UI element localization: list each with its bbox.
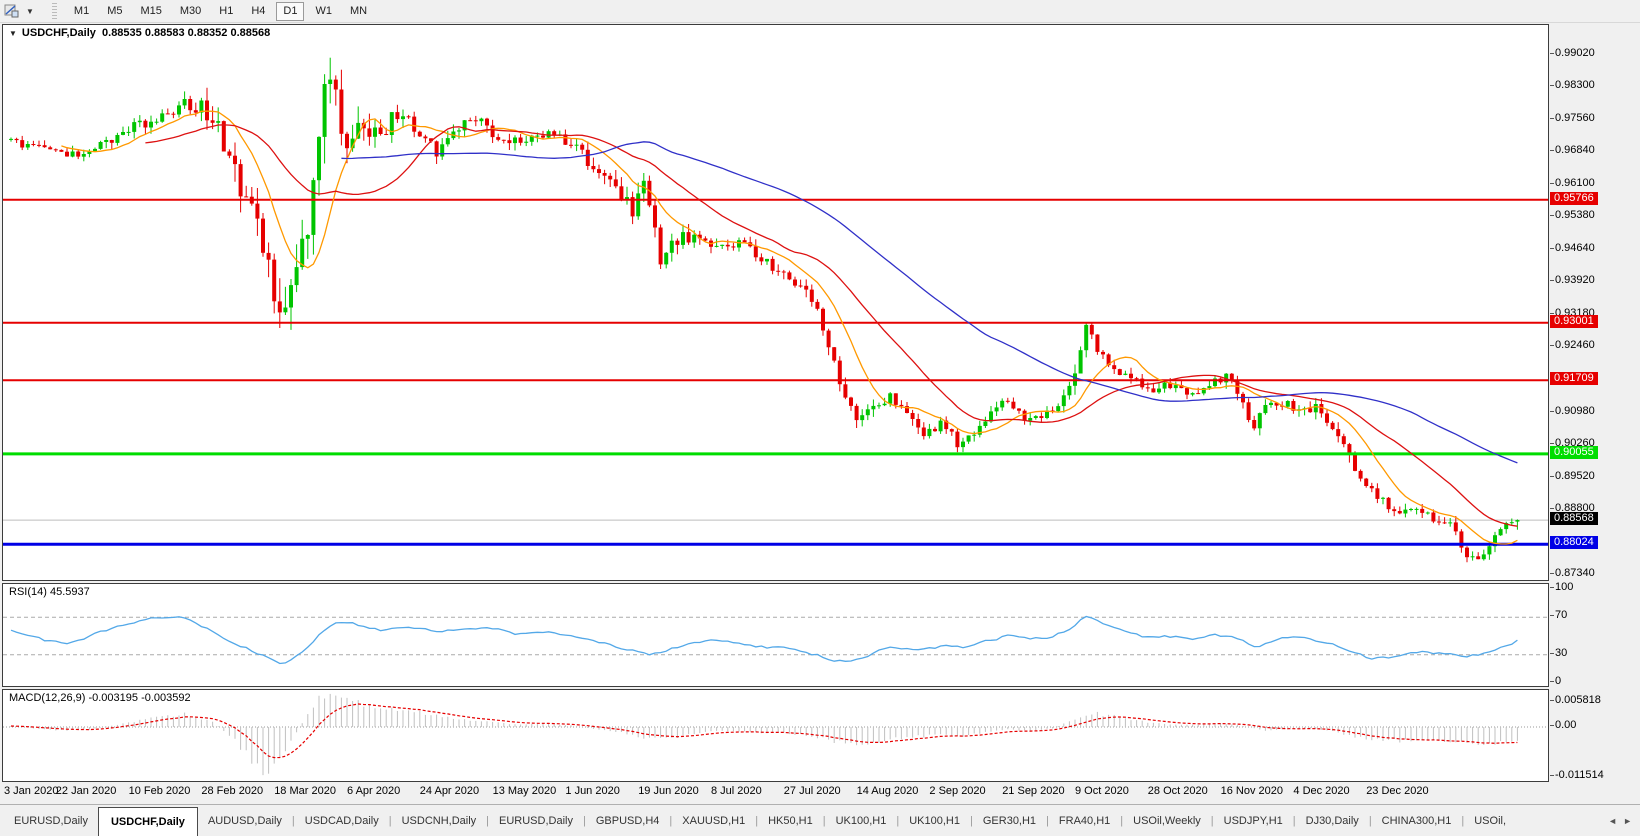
- chart-title-symbol: USDCHF,Daily: [21, 27, 96, 39]
- date-label: 23 Dec 2020: [1366, 785, 1429, 797]
- collapse-arrow-icon[interactable]: ▼: [9, 29, 17, 38]
- chart-tab-uk100-h1[interactable]: UK100,H1: [899, 805, 970, 836]
- chart-tab-hk50-h1[interactable]: HK50,H1: [758, 805, 823, 836]
- date-label: 10 Feb 2020: [128, 785, 191, 797]
- chart-tab-usoil-weekly[interactable]: USOil,Weekly: [1123, 805, 1211, 836]
- price-axis-tick: 0.90980: [1550, 404, 1595, 417]
- rsi-chart-svg[interactable]: [3, 584, 1548, 686]
- chart-tools-button[interactable]: ▼: [0, 0, 38, 22]
- toolbar-grip: [51, 3, 57, 19]
- date-label: 6 Apr 2020: [347, 785, 401, 797]
- tab-scroll-controls: ◄ ►: [1600, 805, 1640, 836]
- date-label: 22 Jan 2020: [55, 785, 117, 797]
- chart-tab-china300-h1[interactable]: CHINA300,H1: [1372, 805, 1462, 836]
- chart-tab-xauusd-h1[interactable]: XAUUSD,H1: [672, 805, 755, 836]
- date-label: 14 Aug 2020: [856, 785, 919, 797]
- hline-price-badge: 0.88024: [1550, 536, 1598, 550]
- chart-tab-eurusd-daily[interactable]: EURUSD,Daily: [489, 805, 583, 836]
- hline-price-badge: 0.95766: [1550, 191, 1598, 205]
- rsi-axis-tick: 0: [1549, 675, 1562, 687]
- chart-tab-eurusd-daily[interactable]: EURUSD,Daily: [4, 805, 98, 836]
- chart-tab-ger30-h1[interactable]: GER30,H1: [973, 805, 1046, 836]
- mt4-window: { "toolbar": { "timeframes": ["M1","M5",…: [0, 0, 1640, 836]
- date-label: 16 Nov 2020: [1220, 785, 1283, 797]
- price-chart-panel[interactable]: ▼ USDCHF,Daily 0.88535 0.88583 0.88352 0.…: [2, 24, 1549, 581]
- timeframe-button-group: M1 M5 M15 M30 H1 H4 D1 W1 MN: [65, 1, 376, 21]
- date-label: 1 Jun 2020: [565, 785, 620, 797]
- date-axis[interactable]: 3 Jan 2020 22 Jan 2020 10 Feb 2020 28 Feb 2…: [2, 782, 1549, 802]
- timeframe-button-M1[interactable]: M1: [67, 2, 96, 21]
- timeframe-button-H4[interactable]: H4: [244, 2, 272, 21]
- price-axis-tick: 0.87340: [1550, 566, 1595, 579]
- date-label: 18 Mar 2020: [274, 785, 336, 797]
- date-label: 24 Apr 2020: [419, 785, 480, 797]
- macd-axis-tick: 0.005818: [1550, 693, 1601, 706]
- macd-axis-tick: 0.00: [1549, 719, 1577, 731]
- date-label: 3 Jan 2020: [4, 785, 59, 797]
- timeframe-button-M30[interactable]: M30: [173, 2, 208, 21]
- timeframe-button-MN[interactable]: MN: [343, 2, 374, 21]
- price-axis-tick: 0.89520: [1550, 469, 1595, 482]
- rsi-label: RSI(14) 45.5937: [9, 586, 90, 598]
- chart-tab-usoil[interactable]: USOil,: [1464, 805, 1516, 836]
- date-label: 28 Oct 2020: [1147, 785, 1208, 797]
- date-label: 13 May 2020: [492, 785, 557, 797]
- rsi-panel[interactable]: RSI(14) 45.5937: [2, 583, 1549, 687]
- chevron-down-icon[interactable]: ▼: [26, 7, 34, 16]
- timeframe-button-D1[interactable]: D1: [276, 1, 305, 21]
- indicators-icon: [4, 3, 22, 19]
- chart-tab-gbpusd-h4[interactable]: GBPUSD,H4: [586, 805, 670, 836]
- macd-label: MACD(12,26,9) -0.003195 -0.003592: [9, 692, 191, 704]
- chart-title-ohlc: 0.88535 0.88583 0.88352 0.88568: [102, 27, 271, 39]
- tab-scroll-left-button[interactable]: ◄: [1608, 816, 1617, 826]
- chart-title: ▼ USDCHF,Daily 0.88535 0.88583 0.88352 0.…: [9, 27, 270, 39]
- macd-panel[interactable]: MACD(12,26,9) -0.003195 -0.003592: [2, 689, 1549, 782]
- price-axis-tick: 0.97560: [1550, 111, 1595, 124]
- chart-tab-uk100-h1[interactable]: UK100,H1: [826, 805, 897, 836]
- price-axis[interactable]: 0.99020 0.98300 0.97560 0.96840 0.96100 0.953…: [1549, 24, 1640, 784]
- hline-price-badge: 0.90055: [1550, 445, 1598, 459]
- current-price-badge: 0.88568: [1550, 512, 1598, 526]
- macd-chart-svg[interactable]: [3, 690, 1548, 781]
- timeframe-button-M5[interactable]: M5: [100, 2, 129, 21]
- timeframe-button-M15[interactable]: M15: [133, 2, 168, 21]
- tab-scroll-right-button[interactable]: ►: [1623, 816, 1632, 826]
- date-label: 27 Jul 2020: [783, 785, 841, 797]
- price-axis-tick: 0.94640: [1550, 241, 1595, 254]
- top-toolbar: ▼ M1 M5 M15 M30 H1 H4 D1 W1 MN: [0, 0, 1640, 23]
- date-label: 4 Dec 2020: [1293, 785, 1350, 797]
- price-axis-tick: 0.99020: [1550, 47, 1595, 59]
- price-axis-tick: 0.96100: [1550, 176, 1595, 189]
- price-axis-tick: 0.92460: [1550, 338, 1595, 351]
- timeframe-button-W1[interactable]: W1: [308, 2, 339, 21]
- chart-tab-audusd-daily[interactable]: AUDUSD,Daily: [198, 805, 292, 836]
- price-axis-tick: 0.96840: [1550, 144, 1595, 156]
- date-label: 21 Sep 2020: [1002, 785, 1065, 797]
- timeframe-button-H1[interactable]: H1: [212, 2, 240, 21]
- chart-tab-fra40-h1[interactable]: FRA40,H1: [1049, 805, 1120, 836]
- date-label: 19 Jun 2020: [638, 785, 699, 797]
- date-label: 2 Sep 2020: [929, 785, 986, 797]
- chart-tab-dj30-daily[interactable]: DJ30,Daily: [1296, 805, 1369, 836]
- chart-tab-usdjpy-h1[interactable]: USDJPY,H1: [1214, 805, 1293, 836]
- price-axis-tick: 0.98300: [1550, 79, 1595, 92]
- price-axis-tick: 0.95380: [1550, 208, 1595, 221]
- chart-tab-usdchf-daily[interactable]: USDCHF,Daily: [97, 807, 198, 836]
- date-label: 28 Feb 2020: [201, 785, 264, 797]
- price-axis-tick: 0.93920: [1550, 273, 1595, 286]
- rsi-axis-tick: 70: [1549, 609, 1568, 622]
- chart-tab-bar: EURUSD,Daily USDCHF,Daily AUDUSD,Daily | USD…: [0, 804, 1640, 836]
- chart-tab-usdcnh-daily[interactable]: USDCNH,Daily: [392, 805, 487, 836]
- hline-price-badge: 0.91709: [1550, 372, 1598, 386]
- rsi-axis-tick: 100: [1549, 581, 1574, 593]
- chart-tab-usdcad-daily[interactable]: USDCAD,Daily: [295, 805, 389, 836]
- price-chart-svg[interactable]: [3, 25, 1548, 580]
- date-label: 9 Oct 2020: [1075, 785, 1129, 797]
- rsi-axis-tick: 30: [1549, 646, 1568, 659]
- date-label: 8 Jul 2020: [711, 785, 762, 797]
- hline-price-badge: 0.93001: [1550, 314, 1598, 328]
- macd-axis-tick: -0.011514: [1550, 768, 1604, 781]
